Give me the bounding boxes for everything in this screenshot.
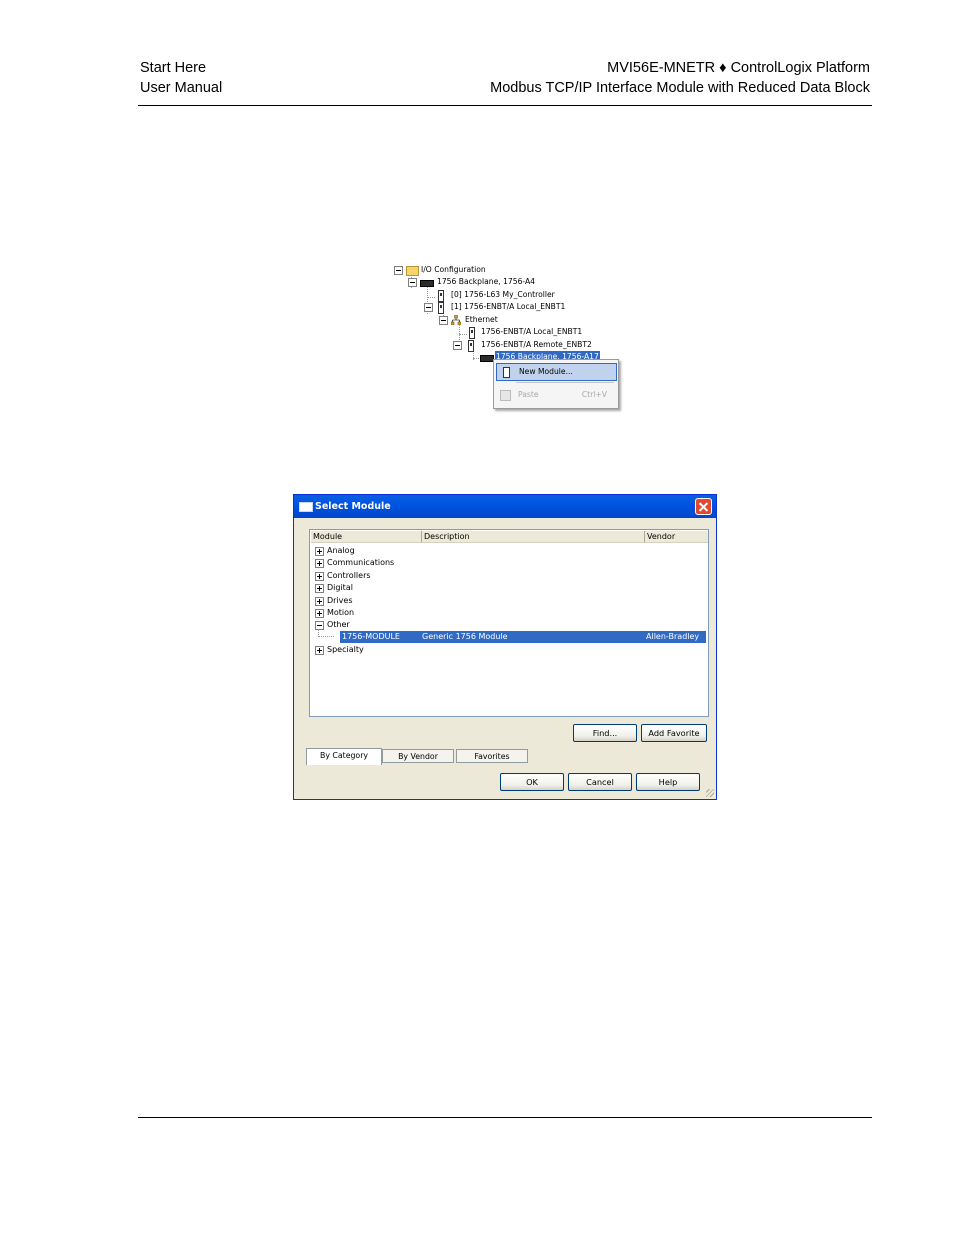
header-right: MVI56E-MNETR ♦ ControlLogix Platform Mod… bbox=[490, 58, 870, 98]
header-rule bbox=[138, 105, 872, 106]
tab-favorites[interactable]: Favorites bbox=[456, 749, 528, 763]
module-cell: 1756-MODULE bbox=[342, 632, 400, 641]
list-item-controllers[interactable]: Controllers bbox=[311, 570, 707, 582]
dialog-titlebar[interactable]: Select Module bbox=[294, 495, 716, 518]
controller-icon bbox=[438, 290, 444, 302]
header-left: Start Here User Manual bbox=[140, 58, 222, 98]
add-favorite-button[interactable]: Add Favorite bbox=[641, 724, 707, 742]
list-item-analog[interactable]: Analog bbox=[311, 545, 707, 557]
product-title: MVI56E-MNETR ♦ ControlLogix Platform bbox=[607, 60, 870, 76]
collapse-icon[interactable] bbox=[408, 278, 417, 287]
expand-icon[interactable] bbox=[315, 559, 324, 568]
folder-icon bbox=[406, 266, 419, 276]
ok-button[interactable]: OK bbox=[500, 773, 564, 791]
module-list[interactable]: Module Description Vendor Analog Communi… bbox=[309, 529, 709, 717]
expand-icon[interactable] bbox=[315, 547, 324, 556]
description-cell: Generic 1756 Module bbox=[422, 632, 508, 641]
module-icon bbox=[503, 367, 510, 378]
window-icon bbox=[299, 502, 313, 512]
resize-grip-icon[interactable] bbox=[706, 789, 714, 797]
table-row-selected[interactable]: 1756-MODULE Generic 1756 Module Allen-Br… bbox=[340, 631, 706, 643]
tab-by-category[interactable]: By Category bbox=[306, 748, 382, 765]
select-module-dialog: Select Module Module Description Vendor … bbox=[293, 494, 717, 800]
context-menu: New Module... Paste Ctrl+V bbox=[493, 359, 619, 409]
tree-connector bbox=[427, 297, 435, 298]
expand-icon[interactable] bbox=[315, 584, 324, 593]
list-item-drives[interactable]: Drives bbox=[311, 595, 707, 607]
manual-type: User Manual bbox=[140, 80, 223, 96]
expand-icon[interactable] bbox=[315, 572, 324, 581]
module-icon bbox=[469, 327, 475, 339]
cancel-button[interactable]: Cancel bbox=[568, 773, 632, 791]
module-icon bbox=[438, 302, 444, 314]
collapse-icon[interactable] bbox=[424, 303, 433, 312]
list-item-motion[interactable]: Motion bbox=[311, 607, 707, 619]
footer-rule bbox=[138, 1117, 872, 1118]
list-item-digital[interactable]: Digital bbox=[311, 582, 707, 594]
menu-item-paste[interactable]: Paste Ctrl+V bbox=[496, 387, 615, 403]
list-item-specialty[interactable]: Specialty bbox=[311, 644, 707, 656]
collapse-icon[interactable] bbox=[453, 341, 462, 350]
expand-icon[interactable] bbox=[315, 597, 324, 606]
product-subtitle: Modbus TCP/IP Interface Module with Redu… bbox=[490, 80, 870, 96]
vendor-cell: Allen-Bradley bbox=[646, 632, 700, 641]
menu-item-new-module[interactable]: New Module... bbox=[496, 363, 617, 381]
list-item-other[interactable]: Other bbox=[311, 619, 707, 631]
collapse-icon[interactable] bbox=[439, 316, 448, 325]
backplane-icon bbox=[480, 355, 494, 362]
list-item-communications[interactable]: Communications bbox=[311, 557, 707, 569]
tree-connector bbox=[459, 334, 467, 335]
tree-connector bbox=[318, 636, 334, 637]
section-title: Start Here bbox=[140, 60, 207, 76]
column-header-vendor[interactable]: Vendor bbox=[645, 531, 708, 543]
column-header-module[interactable]: Module bbox=[311, 531, 422, 543]
tab-by-vendor[interactable]: By Vendor bbox=[382, 749, 454, 763]
find-button[interactable]: Find... bbox=[573, 724, 637, 742]
network-icon bbox=[451, 315, 461, 325]
module-icon bbox=[468, 340, 474, 352]
backplane-icon bbox=[420, 280, 434, 287]
paste-icon bbox=[500, 390, 511, 401]
collapse-icon[interactable] bbox=[394, 266, 403, 275]
expand-icon[interactable] bbox=[315, 609, 324, 618]
io-configuration-tree: I/O Configuration 1756 Backplane, 1756-A… bbox=[390, 262, 622, 410]
help-button[interactable]: Help bbox=[636, 773, 700, 791]
close-icon[interactable] bbox=[695, 498, 712, 515]
column-header-description[interactable]: Description bbox=[422, 531, 645, 543]
collapse-icon[interactable] bbox=[315, 621, 324, 630]
expand-icon[interactable] bbox=[315, 646, 324, 655]
dialog-title: Select Module bbox=[315, 501, 391, 512]
menu-separator bbox=[516, 382, 614, 383]
